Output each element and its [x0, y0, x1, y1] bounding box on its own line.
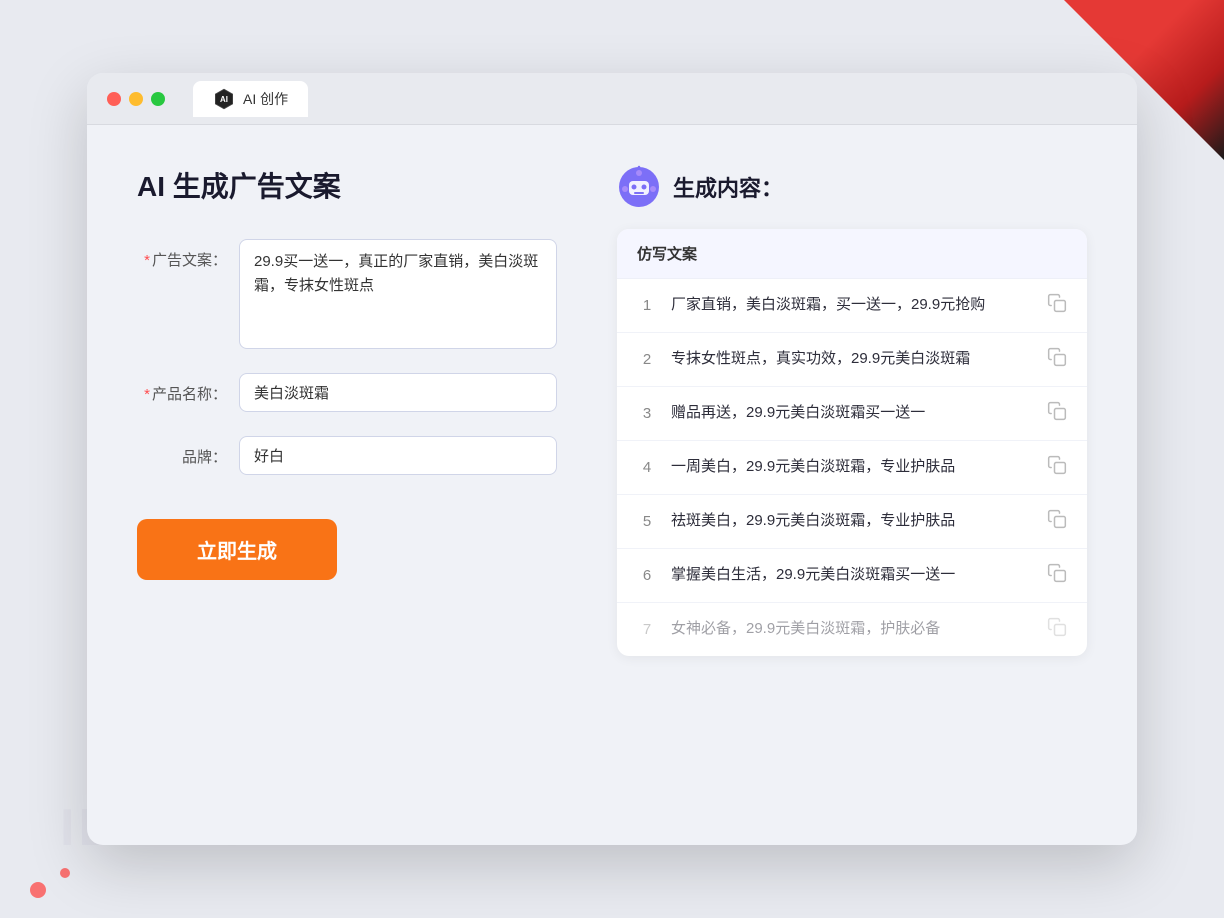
browser-window: AI AI 创作 AI 生成广告文案 *广告文案： *产品名称： — [87, 73, 1137, 845]
ad-copy-required-star: * — [144, 252, 150, 269]
product-name-input[interactable] — [239, 373, 557, 412]
row-number: 3 — [637, 405, 657, 422]
product-required-star: * — [144, 386, 150, 403]
brand-row: 品牌： — [137, 436, 557, 475]
decorative-corner-bl — [0, 838, 120, 918]
table-row: 1 厂家直销，美白淡斑霜，买一送一，29.9元抢购 — [617, 279, 1087, 333]
row-number: 1 — [637, 297, 657, 314]
copy-icon[interactable] — [1047, 401, 1067, 426]
minimize-button[interactable] — [129, 92, 143, 106]
ai-tab[interactable]: AI AI 创作 — [193, 81, 308, 117]
ad-copy-row: *广告文案： — [137, 239, 557, 349]
result-table: 仿写文案 1 厂家直销，美白淡斑霜，买一送一，29.9元抢购 2 专抹女性斑点，真实功… — [617, 229, 1087, 656]
left-panel: AI 生成广告文案 *广告文案： *产品名称： 品牌： 立 — [137, 165, 557, 805]
row-text: 祛斑美白，29.9元美白淡斑霜，专业护肤品 — [671, 510, 1033, 533]
ad-copy-label: *广告文案： — [137, 239, 227, 270]
decorative-dot-1 — [30, 882, 46, 898]
ai-tab-label: AI 创作 — [243, 89, 288, 109]
close-button[interactable] — [107, 92, 121, 106]
right-panel: 生成内容： 仿写文案 1 厂家直销，美白淡斑霜，买一送一，29.9元抢购 2 专抹女性… — [617, 165, 1087, 805]
brand-label: 品牌： — [137, 436, 227, 467]
copy-icon[interactable] — [1047, 509, 1067, 534]
title-bar: AI AI 创作 — [87, 73, 1137, 125]
table-row: 3 赠品再送，29.9元美白淡斑霜买一送一 — [617, 387, 1087, 441]
product-name-row: *产品名称： — [137, 373, 557, 412]
row-text: 掌握美白生活，29.9元美白淡斑霜买一送一 — [671, 564, 1033, 587]
row-number: 2 — [637, 351, 657, 368]
row-number: 7 — [637, 621, 657, 638]
table-row: 4 一周美白，29.9元美白淡斑霜，专业护肤品 — [617, 441, 1087, 495]
result-title: 生成内容： — [673, 171, 783, 203]
brand-input[interactable] — [239, 436, 557, 475]
row-text: 女神必备，29.9元美白淡斑霜，护肤必备 — [671, 618, 1033, 641]
ad-copy-input[interactable] — [239, 239, 557, 349]
svg-text:AI: AI — [220, 95, 228, 104]
row-number: 6 — [637, 567, 657, 584]
row-text: 一周美白，29.9元美白淡斑霜，专业护肤品 — [671, 456, 1033, 479]
copy-icon[interactable] — [1047, 617, 1067, 642]
copy-icon[interactable] — [1047, 347, 1067, 372]
maximize-button[interactable] — [151, 92, 165, 106]
results-container: 1 厂家直销，美白淡斑霜，买一送一，29.9元抢购 2 专抹女性斑点，真实功效，29.… — [617, 279, 1087, 656]
generate-button[interactable]: 立即生成 — [137, 519, 337, 580]
result-header: 生成内容： — [617, 165, 1087, 209]
row-number: 5 — [637, 513, 657, 530]
row-number: 4 — [637, 459, 657, 476]
copy-icon[interactable] — [1047, 563, 1067, 588]
table-row: 5 祛斑美白，29.9元美白淡斑霜，专业护肤品 — [617, 495, 1087, 549]
row-text: 赠品再送，29.9元美白淡斑霜买一送一 — [671, 402, 1033, 425]
ai-tab-icon: AI — [213, 88, 235, 110]
table-row: 6 掌握美白生活，29.9元美白淡斑霜买一送一 — [617, 549, 1087, 603]
decorative-dot-2 — [60, 868, 70, 878]
copy-icon[interactable] — [1047, 455, 1067, 480]
main-content: AI 生成广告文案 *广告文案： *产品名称： 品牌： 立 — [87, 125, 1137, 845]
table-row: 7 女神必备，29.9元美白淡斑霜，护肤必备 — [617, 603, 1087, 656]
row-text: 厂家直销，美白淡斑霜，买一送一，29.9元抢购 — [671, 294, 1033, 317]
table-row: 2 专抹女性斑点，真实功效，29.9元美白淡斑霜 — [617, 333, 1087, 387]
copy-icon[interactable] — [1047, 293, 1067, 318]
table-header: 仿写文案 — [617, 229, 1087, 279]
robot-icon — [617, 165, 661, 209]
page-title: AI 生成广告文案 — [137, 165, 557, 205]
product-name-label: *产品名称： — [137, 373, 227, 404]
row-text: 专抹女性斑点，真实功效，29.9元美白淡斑霜 — [671, 348, 1033, 371]
traffic-lights — [107, 92, 165, 106]
